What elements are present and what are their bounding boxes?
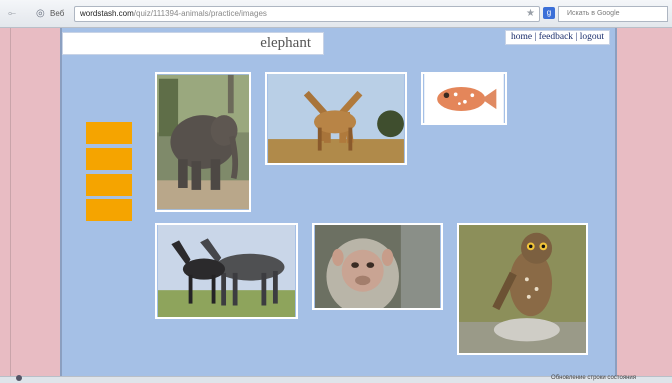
nav-separator: |: [573, 32, 580, 42]
bookmark-star-icon[interactable]: ★: [526, 8, 535, 19]
answer-slot[interactable]: [86, 148, 132, 170]
nav-logout-link[interactable]: logout: [580, 32, 604, 42]
left-margin: [10, 28, 61, 376]
browser-toolbar: ⟜ ◎ Вeб wordstash.com/quiz/111394-animal…: [0, 0, 672, 28]
answer-slot[interactable]: [86, 199, 132, 221]
horse-photo-option[interactable]: [155, 223, 298, 319]
status-icon: [16, 375, 22, 381]
quiz-word: elephant: [260, 35, 311, 51]
monkey-photo-option[interactable]: [312, 223, 443, 310]
owl-photo-icon: [459, 225, 586, 353]
search-input[interactable]: Искать в Google: [558, 6, 668, 22]
elephant-photo-icon: [157, 74, 249, 210]
owl-photo-option[interactable]: [457, 223, 588, 355]
nav-home-link[interactable]: home: [511, 32, 532, 42]
answer-slot[interactable]: [86, 174, 132, 196]
quiz-word-box: elephant: [62, 32, 324, 55]
giraffe-photo-icon: [268, 74, 404, 163]
giraffe-photo-option[interactable]: [265, 72, 407, 165]
search-placeholder: Искать в Google: [567, 10, 620, 17]
status-bar: Обновление строки состояния: [0, 375, 672, 383]
url-text: wordstash.com/quiz/111394-animals/practi…: [80, 9, 267, 18]
horse-photo-icon: [157, 225, 296, 317]
google-search-engine-icon[interactable]: g: [543, 7, 555, 19]
top-nav: home | feedback | logout: [505, 30, 610, 45]
fish-photo-icon: [424, 74, 504, 123]
nav-separator: |: [532, 32, 539, 42]
tab-label[interactable]: Вeб: [50, 9, 64, 18]
fish-photo-option[interactable]: [421, 72, 507, 125]
back-icon[interactable]: ⟜: [8, 8, 16, 19]
nav-feedback-link[interactable]: feedback: [539, 32, 573, 42]
status-text: Обновление строки состояния: [551, 375, 636, 381]
site-identity-icon[interactable]: ◎: [36, 8, 45, 19]
answer-slot[interactable]: [86, 122, 132, 144]
address-bar[interactable]: wordstash.com/quiz/111394-animals/practi…: [74, 6, 540, 22]
monkey-photo-icon: [315, 225, 440, 308]
elephant-photo-option[interactable]: [155, 72, 251, 212]
